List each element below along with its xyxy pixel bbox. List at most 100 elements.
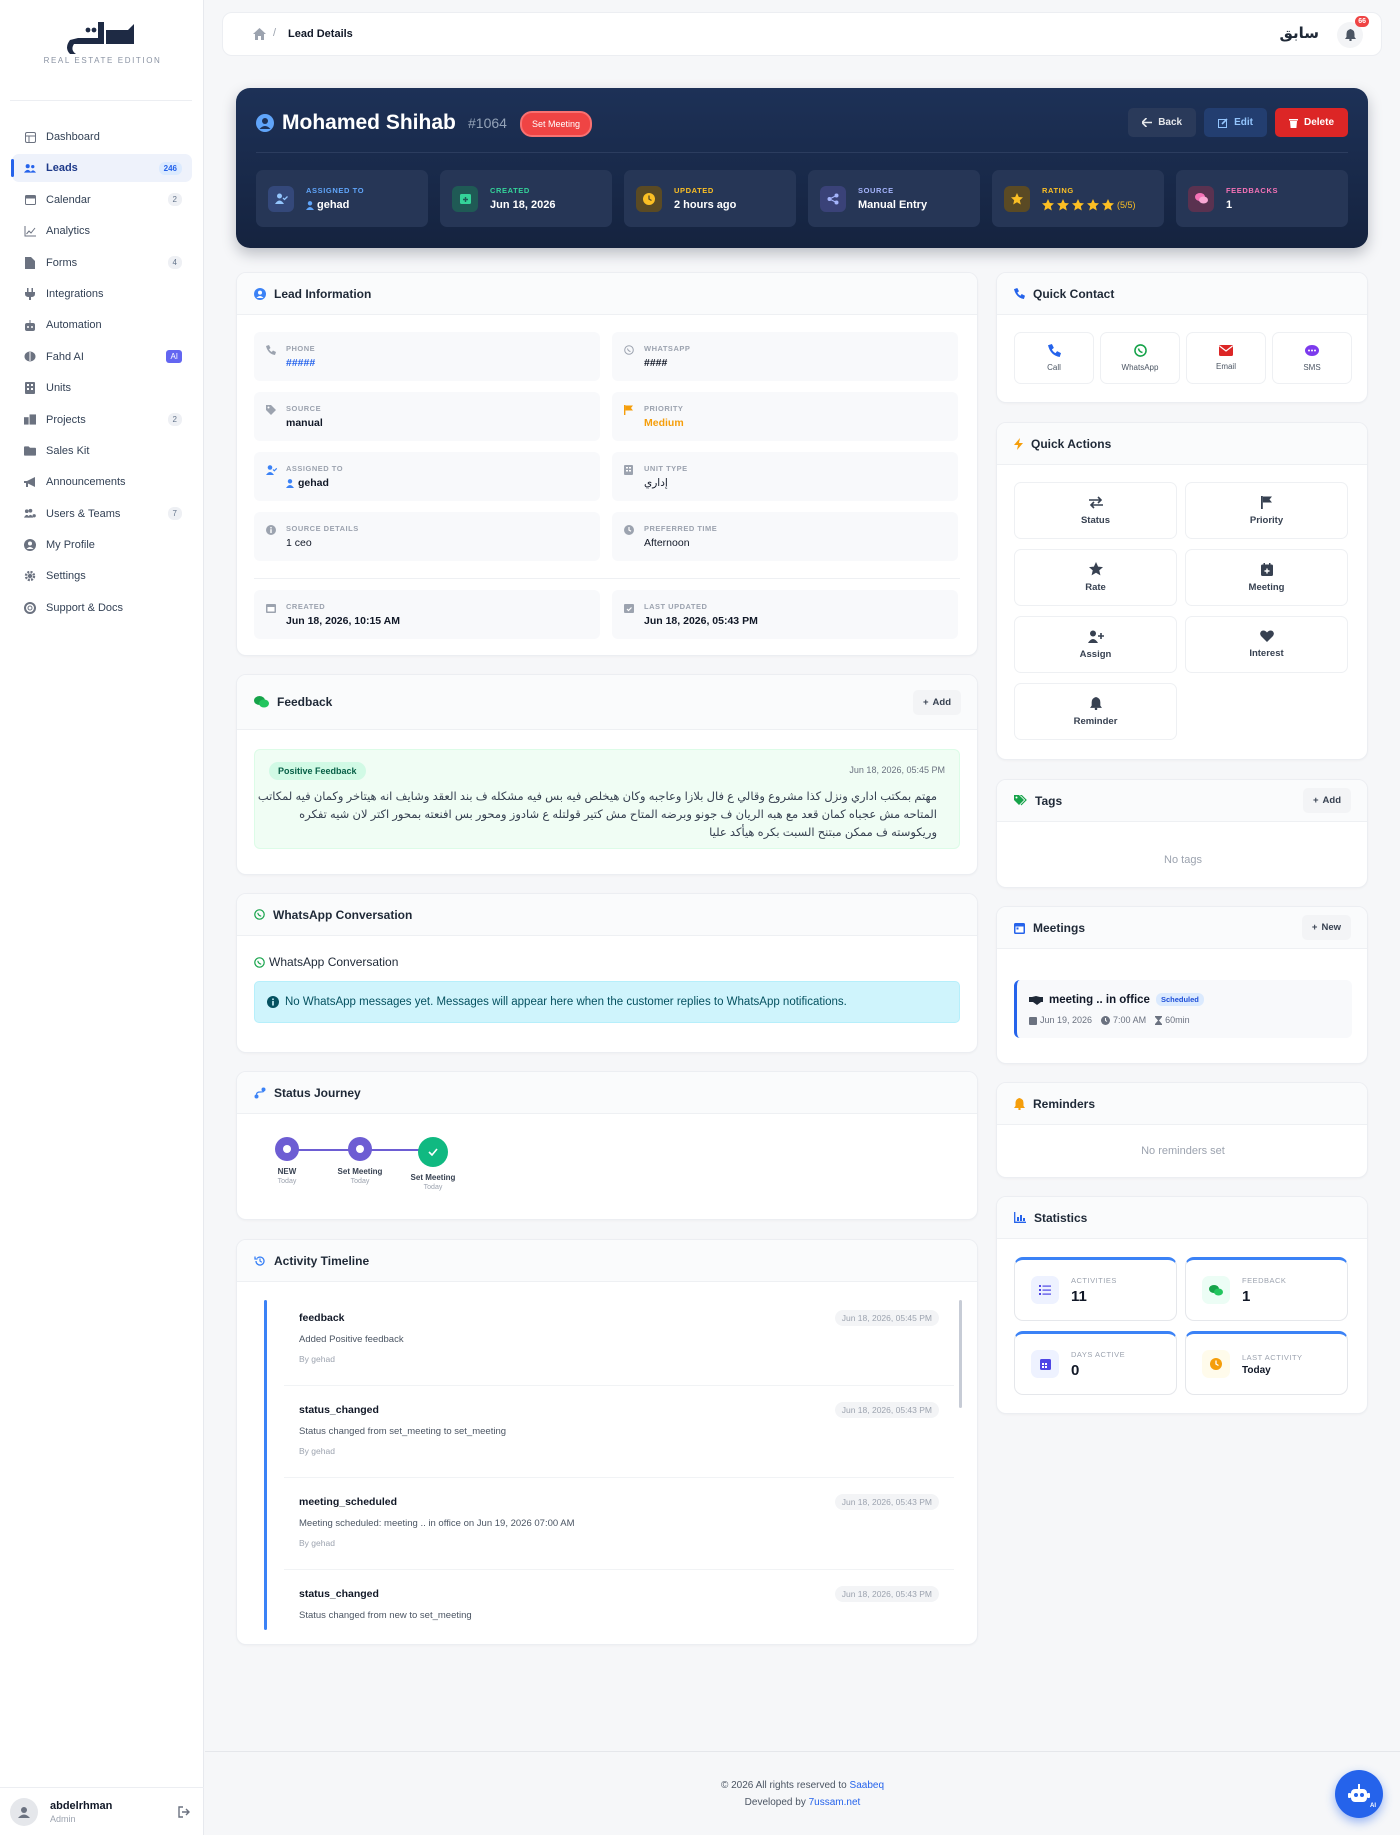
reminder-action-label: Reminder (1073, 715, 1118, 727)
breadcrumb-separator: / (273, 27, 277, 39)
ai-badge: AI (166, 350, 182, 364)
quick-action-buttons: Status Priority Rate Meeting Assign Inte… (1014, 482, 1348, 740)
whatsapp-label: WhatsApp (1121, 363, 1159, 372)
tags-card: Tags + Add No tags (996, 779, 1368, 888)
home-icon[interactable] (253, 28, 266, 40)
bell-icon (1089, 696, 1102, 710)
phone-link[interactable]: ##### (286, 357, 315, 369)
sidebar-item-support-docs[interactable]: Support & Docs (12, 594, 192, 622)
timeline-scrollbar[interactable] (959, 1300, 962, 1408)
sms-button[interactable]: SMS (1272, 332, 1352, 384)
meeting-action-button[interactable]: Meeting (1185, 549, 1348, 606)
sidebar-item-my-profile[interactable]: My Profile (12, 531, 192, 559)
brand-logo[interactable]: REAL ESTATE EDITION (40, 16, 165, 76)
sidebar-item-forms[interactable]: Forms 4 (12, 249, 192, 277)
check-icon (418, 1137, 448, 1167)
users-cog-icon (24, 508, 36, 520)
lead-information-card: Lead Information PHONE ##### WHATSAPP ##… (236, 272, 978, 656)
call-button[interactable]: Call (1014, 332, 1094, 384)
email-button[interactable]: Email (1186, 332, 1266, 384)
bell-icon (1014, 1097, 1025, 1110)
sidebar-item-projects[interactable]: Projects 2 (12, 406, 192, 434)
grid-icon (24, 131, 36, 143)
meta-created: CREATED Jun 18, 2026 (440, 170, 612, 227)
sidebar-item-leads[interactable]: Leads 246 (11, 154, 192, 183)
assign-action-label: Assign (1079, 648, 1112, 660)
topbar-brand-logo[interactable]: سابق (1279, 24, 1320, 42)
building-icon (24, 382, 36, 395)
add-tag-button[interactable]: + Add (1302, 788, 1351, 813)
user-icon (306, 200, 314, 210)
sidebar-item-label: Leads (46, 162, 78, 175)
field-value: #### (644, 357, 668, 369)
sidebar-item-users-teams[interactable]: Users & Teams 7 (12, 500, 192, 528)
current-user[interactable]: abdelrhman Admin (0, 1787, 204, 1835)
notifications-button[interactable]: 66 (1337, 16, 1369, 48)
interest-action-button[interactable]: Interest (1185, 616, 1348, 673)
card-header: Status Journey (237, 1072, 977, 1114)
sidebar-item-fahd-ai[interactable]: Fahd AI AI (12, 343, 192, 371)
user-plus-icon (1087, 630, 1104, 643)
back-button[interactable]: Back (1128, 108, 1197, 137)
exchange-icon (1088, 495, 1103, 509)
timeline-item: feedback Added Positive feedback By geha… (284, 1300, 954, 1386)
sidebar-item-calendar[interactable]: Calendar 2 (12, 186, 192, 214)
sidebar-item-automation[interactable]: Automation (12, 311, 192, 339)
developer-link[interactable]: 7ussam.net (809, 1797, 861, 1808)
meeting-meta: Jun 19, 2026 7:00 AM 60min (1029, 1015, 1190, 1025)
sidebar-item-sales-kit[interactable]: Sales Kit (12, 437, 192, 465)
rate-action-button[interactable]: Rate (1014, 549, 1177, 606)
info-circle-icon (267, 996, 279, 1008)
meta-label: SOURCE (858, 186, 894, 195)
priority-action-button[interactable]: Priority (1185, 482, 1348, 539)
sidebar-item-units[interactable]: Units (12, 374, 192, 402)
lead-dates: CREATED Jun 18, 2026, 10:15 AM LAST UPDA… (254, 590, 960, 639)
meta-value: gehad (317, 199, 350, 211)
edit-icon (1218, 117, 1228, 128)
forms-count-badge: 4 (167, 256, 182, 270)
sidebar-item-dashboard[interactable]: Dashboard (12, 123, 192, 151)
route-icon (254, 1087, 266, 1099)
clock-icon (636, 185, 662, 212)
edit-button[interactable]: Edit (1204, 108, 1267, 137)
logout-icon[interactable] (178, 1806, 190, 1818)
sidebar-item-announcements[interactable]: Announcements (12, 468, 192, 496)
sidebar-item-analytics[interactable]: Analytics (12, 217, 192, 245)
meeting-item[interactable]: meeting .. in office Scheduled Jun 19, 2… (1014, 980, 1352, 1038)
new-meeting-button[interactable]: + New (1301, 915, 1351, 940)
folder-icon (24, 445, 36, 457)
field-label: CREATED (286, 602, 326, 611)
sidebar-item-settings[interactable]: Settings (12, 562, 192, 590)
plus-icon: + (1311, 922, 1318, 933)
card-title: Status Journey (274, 1085, 361, 1100)
reminder-action-button[interactable]: Reminder (1014, 683, 1177, 740)
card-title: Activity Timeline (274, 1253, 370, 1268)
delete-button[interactable]: Delete (1274, 108, 1348, 137)
status-action-button[interactable]: Status (1014, 482, 1177, 539)
bolt-icon (1014, 437, 1023, 450)
sidebar-item-integrations[interactable]: Integrations (12, 280, 192, 308)
user-circle-icon (254, 287, 266, 300)
ai-assistant-button[interactable]: AI (1335, 1770, 1383, 1818)
brand-link[interactable]: Saabeq (850, 1780, 884, 1791)
activity-date: Jun 18, 2026, 05:43 PM (834, 1494, 939, 1510)
meta-label: FEEDBACKS (1226, 186, 1279, 195)
field-value: 1 ceo (286, 537, 312, 549)
timeline-item: status_changed Status changed from new t… (284, 1576, 954, 1630)
assign-action-button[interactable]: Assign (1014, 616, 1177, 673)
activity-author: By gehad (299, 1446, 335, 1456)
meta-rating: RATING (5/5) (992, 170, 1164, 227)
activity-date: Jun 18, 2026, 05:43 PM (834, 1586, 939, 1602)
breadcrumb: Lead Details (288, 28, 353, 40)
meeting-title-row: meeting .. in office Scheduled (1029, 993, 1204, 1006)
whatsapp-button[interactable]: WhatsApp (1100, 332, 1180, 384)
feedback-date: Jun 18, 2026, 05:45 PM (849, 765, 945, 775)
field-label: LAST UPDATED (644, 602, 708, 611)
copyright-text: © 2026 All rights reserved to (720, 1780, 847, 1791)
notification-count-badge: 66 (1355, 16, 1369, 27)
call-label: Call (1047, 363, 1061, 372)
journey-step-current: Set Meeting Today (403, 1137, 463, 1191)
add-feedback-button[interactable]: + Add (912, 690, 961, 715)
activity-author: By gehad (299, 1538, 335, 1548)
quick-contact-card: Quick Contact Call WhatsApp Email SMS (996, 272, 1368, 403)
